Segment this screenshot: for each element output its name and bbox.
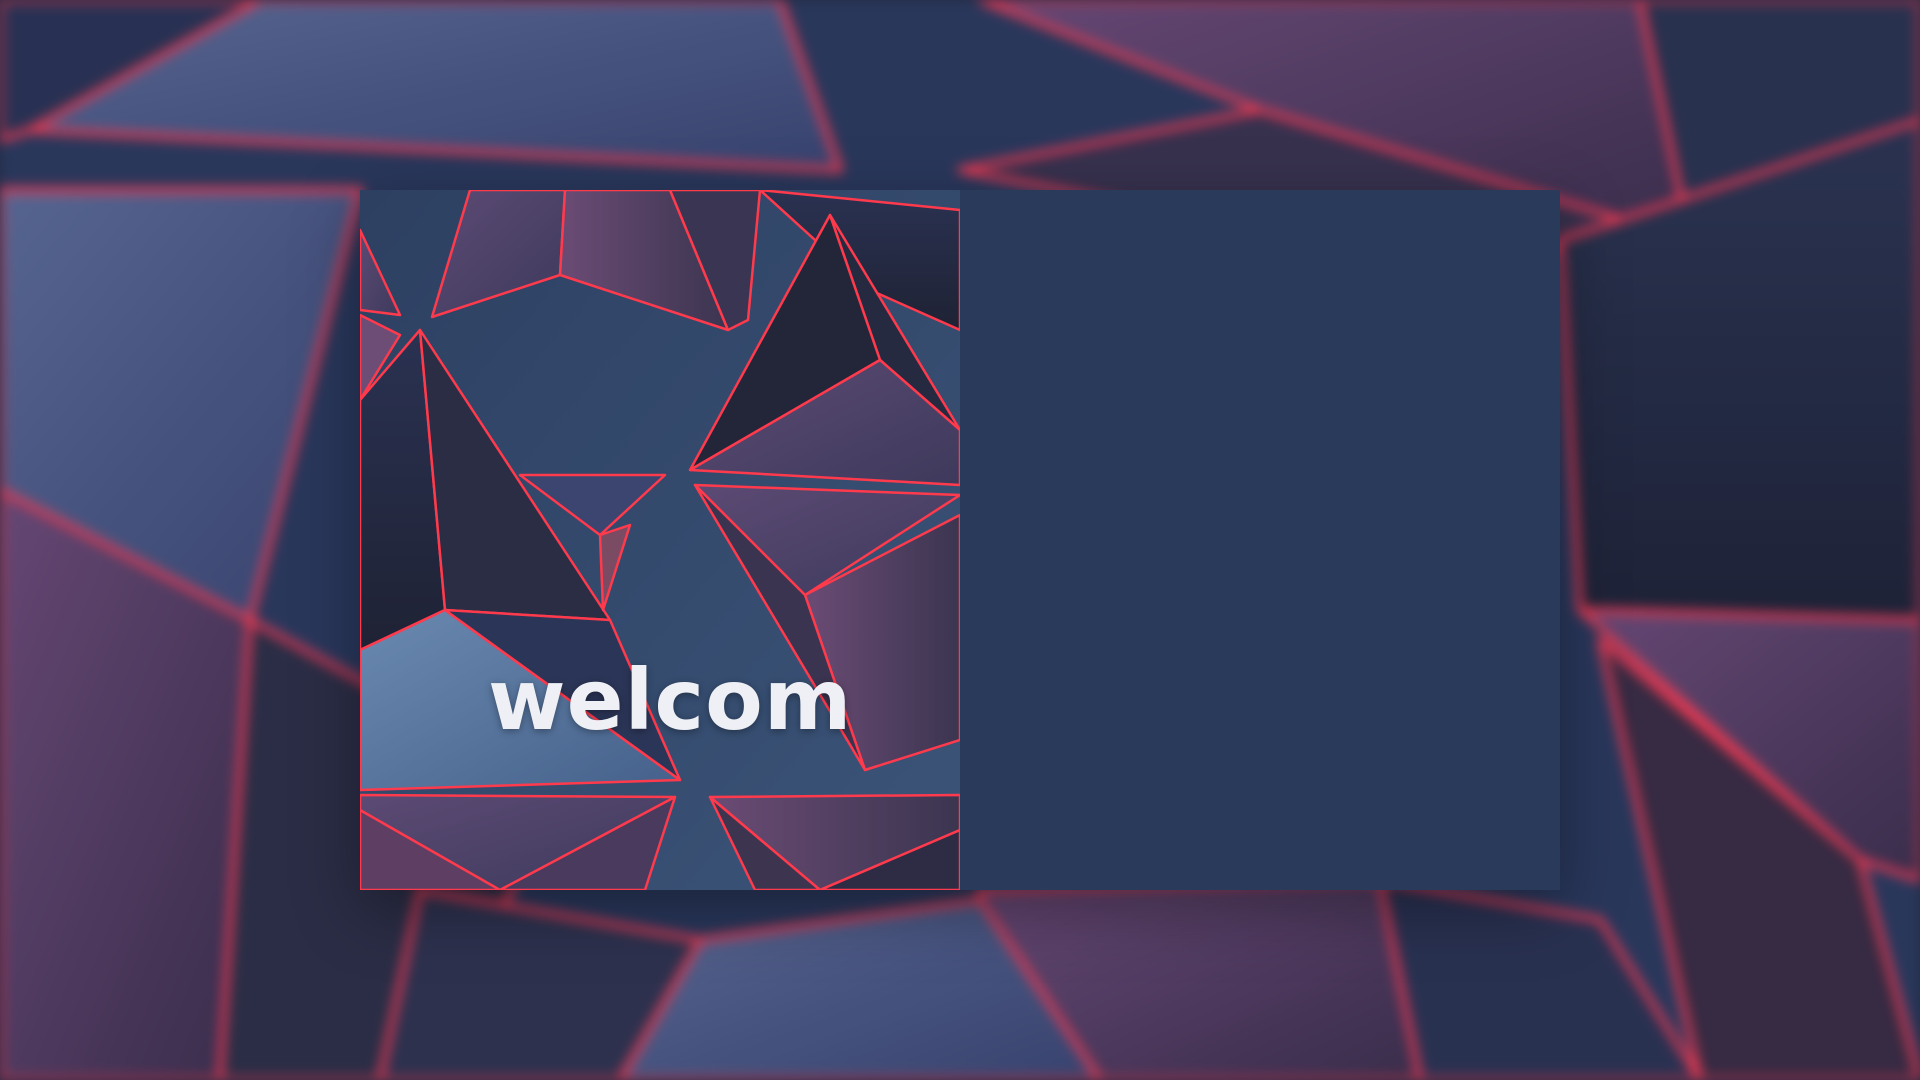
- right-panel: [960, 190, 1560, 890]
- geometric-pattern-icon: [360, 190, 960, 890]
- welcome-card: welcom: [360, 190, 1560, 890]
- welcome-image-panel: welcom: [360, 190, 960, 890]
- welcome-title: welcom: [488, 651, 853, 749]
